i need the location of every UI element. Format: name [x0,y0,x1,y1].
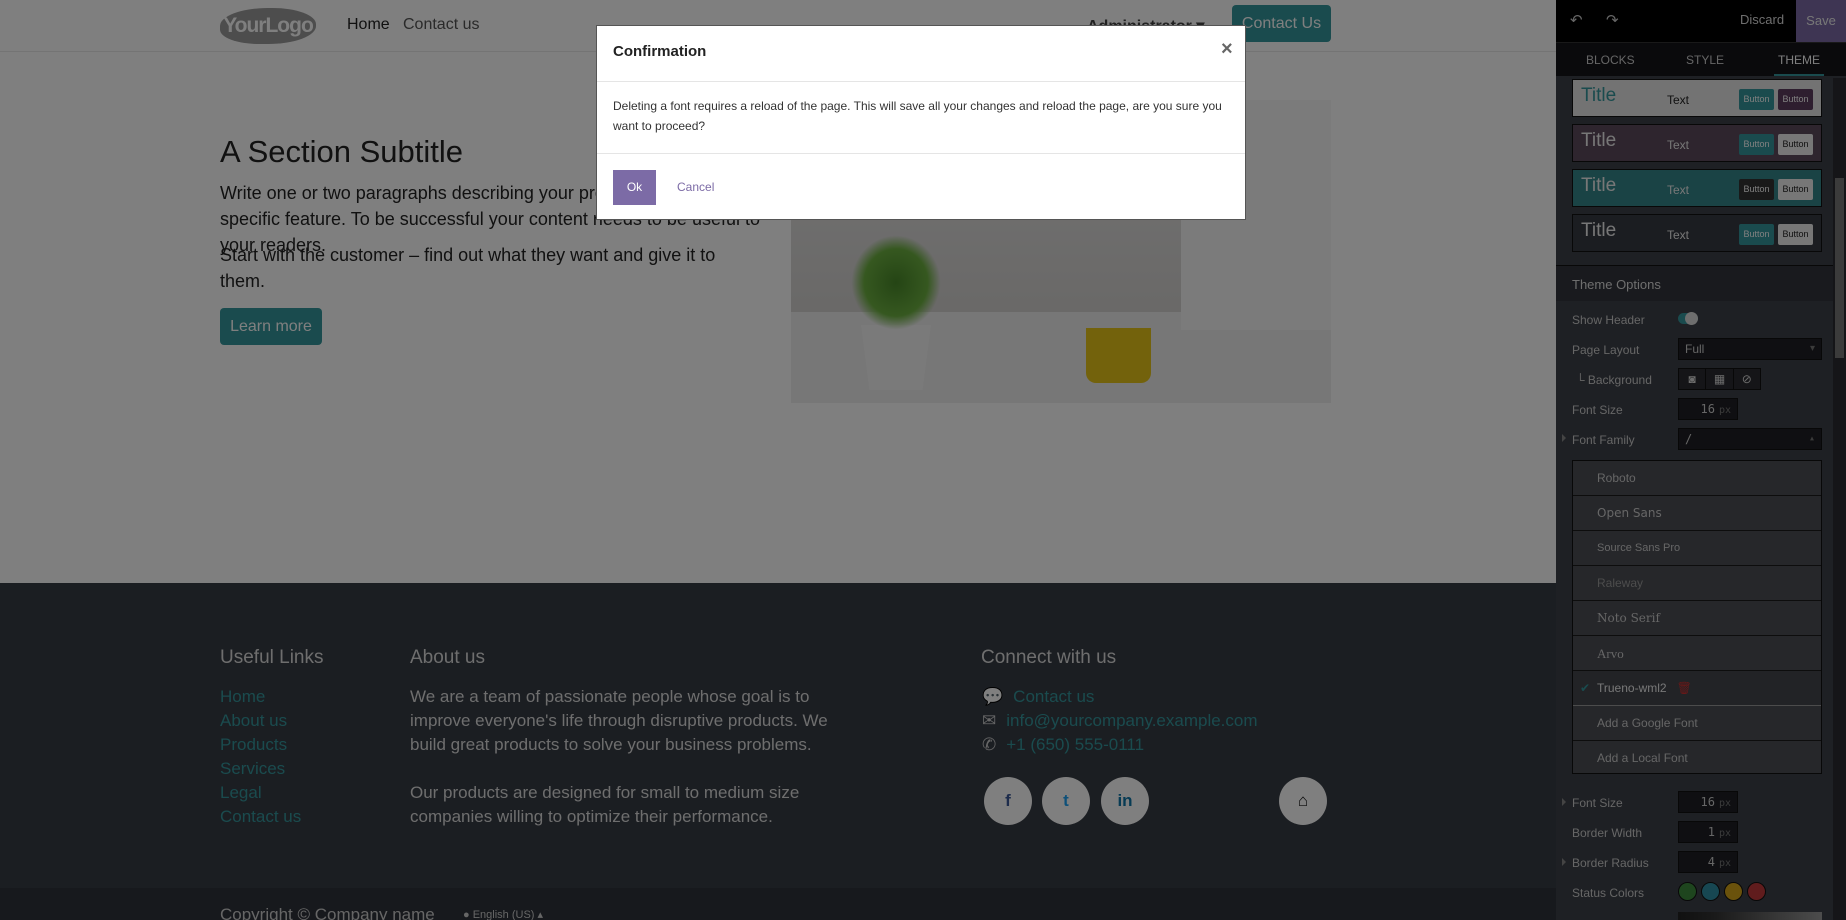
ok-button[interactable]: Ok [613,170,656,205]
close-icon[interactable]: × [1221,38,1233,61]
confirmation-dialog: Confirmation × Deleting a font requires … [596,25,1246,220]
cancel-button[interactable]: Cancel [677,180,714,194]
divider [597,153,1245,154]
divider [597,81,1245,82]
dialog-message: Deleting a font requires a reload of the… [613,99,1222,133]
dialog-title: Confirmation [613,43,707,60]
